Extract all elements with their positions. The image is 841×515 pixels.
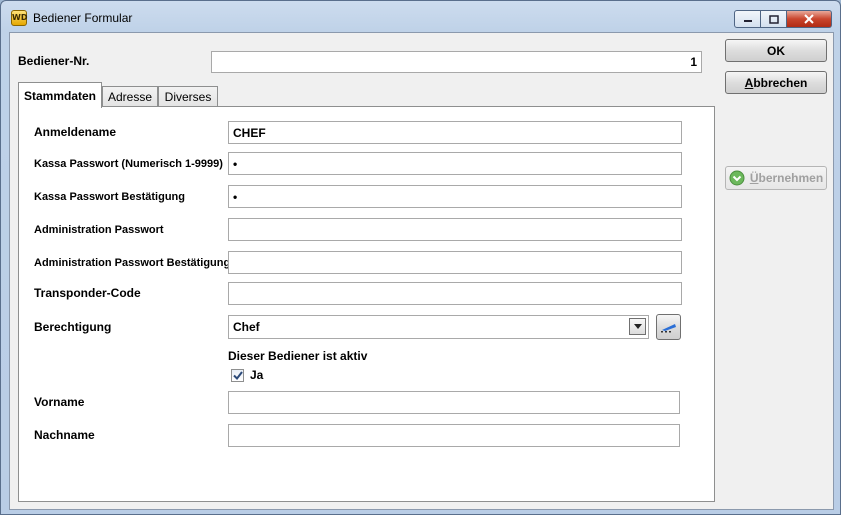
apply-check-icon — [729, 170, 745, 186]
checkmark-icon — [232, 371, 243, 380]
chevron-down-icon — [633, 324, 642, 329]
tab-stammdaten[interactable]: Stammdaten — [18, 82, 102, 108]
pos-password-confirm-field[interactable]: • — [228, 185, 682, 208]
active-checkbox[interactable] — [231, 369, 244, 382]
permission-dropdown-button[interactable] — [629, 318, 646, 335]
permission-select-value: Chef — [233, 320, 260, 334]
admin-password-label: Administration Passwort — [34, 224, 164, 236]
permission-label: Berechtigung — [34, 320, 112, 334]
pos-password-label: Kassa Passwort (Numerisch 1-9999) — [34, 158, 223, 170]
apply-button-label: bernehmen — [758, 171, 824, 185]
permission-edit-button[interactable] — [656, 314, 681, 340]
admin-password-confirm-label: Administration Passwort Bestätigung — [34, 257, 231, 269]
apply-button[interactable]: Übernehmen — [725, 166, 827, 190]
firstname-field[interactable] — [228, 391, 680, 414]
window-controls — [734, 10, 832, 28]
firstname-label: Vorname — [34, 395, 85, 409]
close-icon — [804, 14, 814, 24]
login-name-field[interactable]: CHEF — [228, 121, 682, 144]
maximize-icon — [768, 14, 779, 24]
app-icon: WD — [11, 10, 27, 26]
maximize-button[interactable] — [761, 10, 787, 28]
tab-panel-stammdaten: Anmeldename CHEF Kassa Passwort (Numeris… — [18, 106, 715, 502]
transponder-field[interactable] — [228, 282, 682, 305]
tab-diverses[interactable]: Diverses — [158, 86, 218, 107]
admin-password-confirm-field[interactable] — [228, 251, 682, 274]
dialog-client-area: Bediener-Nr. 1 OK Abbrechen Übernehmen S… — [9, 32, 834, 510]
pen-icon — [660, 324, 676, 333]
pos-password-field[interactable]: • — [228, 152, 682, 175]
login-name-label: Anmeldename — [34, 125, 117, 139]
operator-no-field[interactable]: 1 — [211, 51, 702, 73]
permission-select[interactable]: Chef — [228, 315, 649, 339]
close-button[interactable] — [787, 10, 832, 28]
minimize-button[interactable] — [734, 10, 761, 28]
transponder-label: Transponder-Code — [34, 286, 141, 300]
cancel-button[interactable]: Abbrechen — [725, 71, 827, 94]
pos-password-confirm-label: Kassa Passwort Bestätigung — [34, 191, 185, 203]
cancel-button-label: bbrechen — [753, 75, 808, 90]
dialog-window: WD Bediener Formular Bediener-Nr. 1 OK A… — [0, 0, 841, 515]
title-bar[interactable]: WD Bediener Formular — [1, 1, 840, 33]
window-title: Bediener Formular — [33, 11, 133, 25]
active-section-label: Dieser Bediener ist aktiv — [228, 349, 368, 363]
operator-no-label: Bediener-Nr. — [18, 54, 90, 68]
tab-adresse[interactable]: Adresse — [102, 86, 158, 107]
apply-button-mnemonic: Ü — [749, 171, 759, 185]
admin-password-field[interactable] — [228, 218, 682, 241]
cancel-button-mnemonic: A — [744, 75, 754, 90]
minimize-icon — [743, 20, 752, 22]
lastname-label: Nachname — [34, 428, 95, 442]
active-checkbox-label[interactable]: Ja — [250, 368, 263, 382]
ok-button[interactable]: OK — [725, 39, 827, 62]
lastname-field[interactable] — [228, 424, 680, 447]
